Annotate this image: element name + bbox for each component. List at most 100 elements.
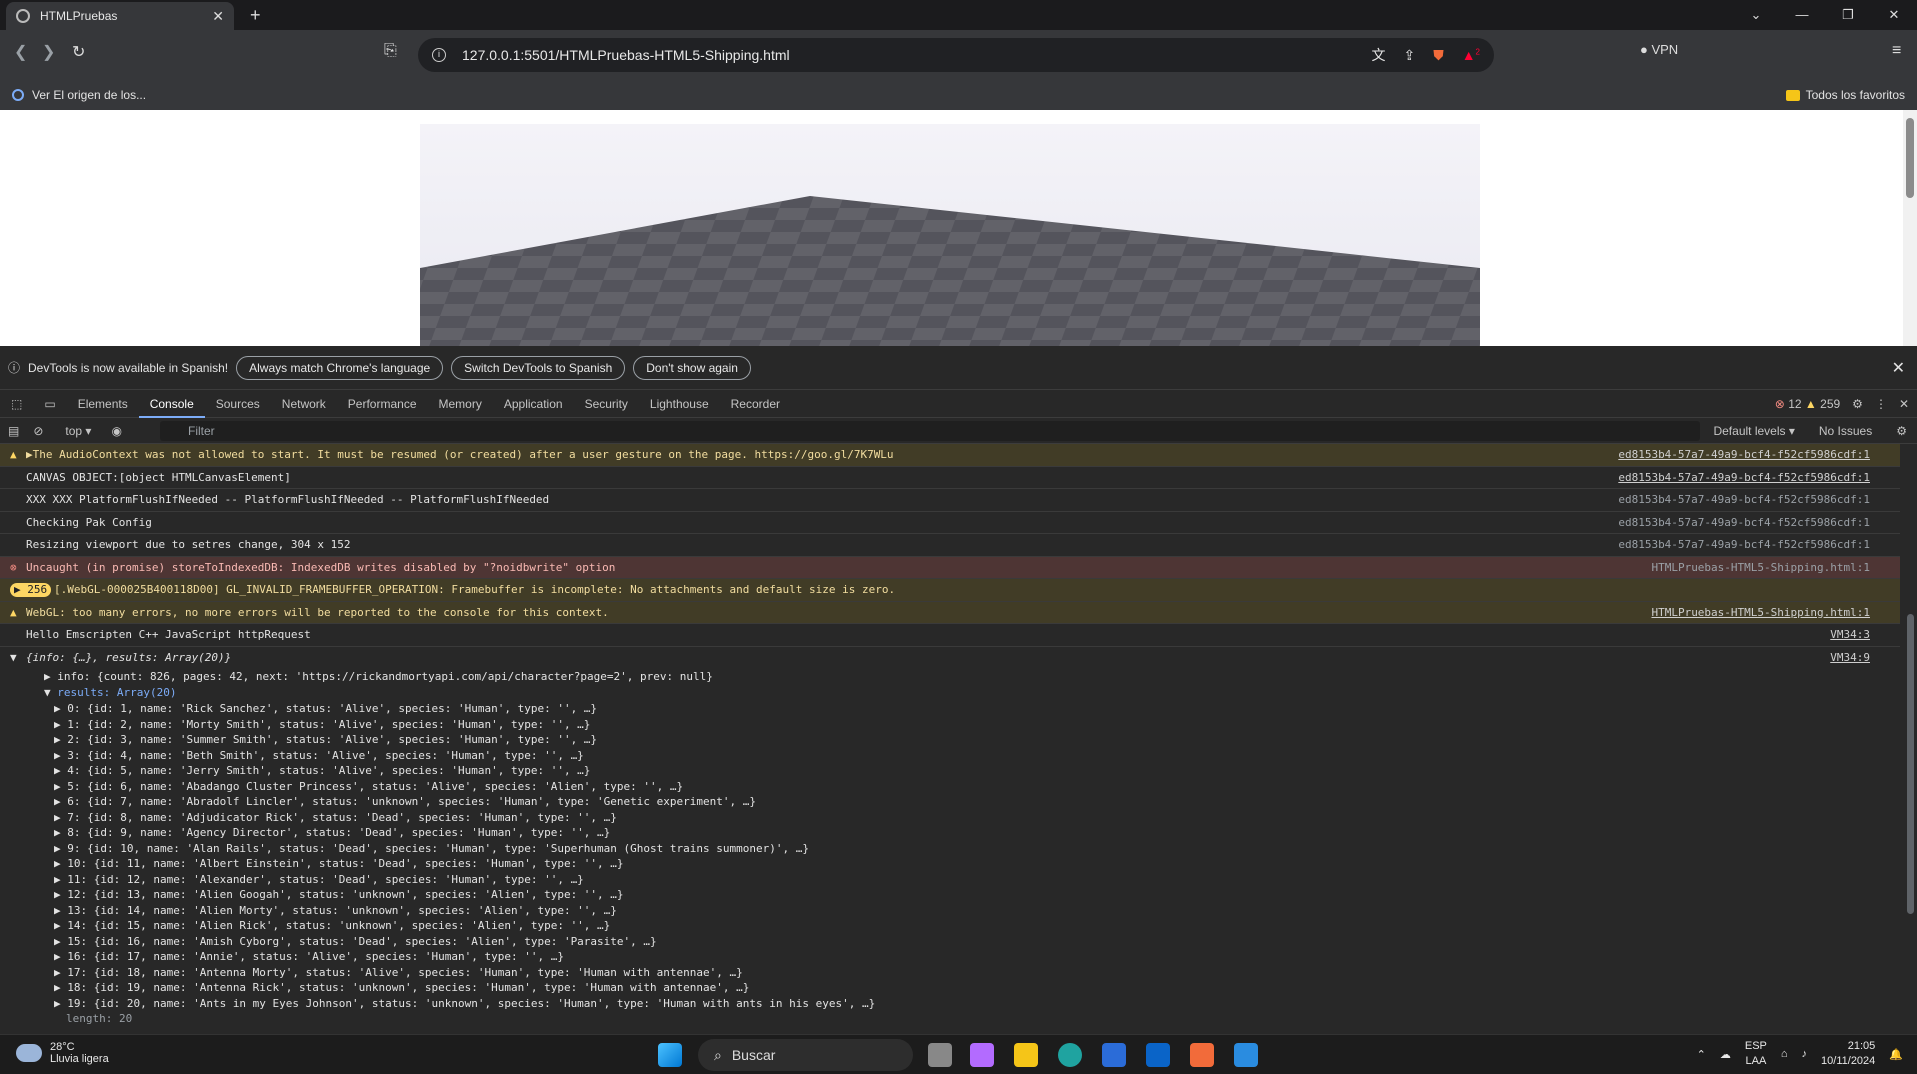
back-icon[interactable]: ❮ [14, 42, 27, 62]
result-item[interactable]: ▶ 2: {id: 3, name: 'Summer Smith', statu… [0, 732, 1900, 748]
console-message[interactable]: Resizing viewport due to setres change, … [0, 534, 1900, 557]
result-item[interactable]: ▶ 8: {id: 9, name: 'Agency Director', st… [0, 825, 1900, 841]
source-link[interactable]: ed8153b4-57a7-49a9-bcf4-f52cf5986cdf:1 [1618, 512, 1870, 534]
result-item[interactable]: ▶ 1: {id: 2, name: 'Morty Smith', status… [0, 717, 1900, 733]
filter-input[interactable]: Filter [160, 421, 1700, 441]
more-icon[interactable]: ⋮ [1875, 397, 1887, 411]
translate-icon[interactable]: 文 [1371, 45, 1385, 65]
result-item[interactable]: ▶ 12: {id: 13, name: 'Alien Googah', sta… [0, 887, 1900, 903]
new-tab-button[interactable]: + [250, 5, 261, 26]
forward-icon[interactable]: ❯ [42, 42, 55, 62]
tab-performance[interactable]: Performance [337, 390, 428, 418]
game-canvas[interactable] [420, 124, 1480, 346]
weather-widget[interactable]: 28°C Lluvia ligera [16, 1041, 109, 1065]
live-expression-icon[interactable]: ◉ [111, 424, 121, 438]
result-item[interactable]: ▶ 6: {id: 7, name: 'Abradolf Lincler', s… [0, 794, 1900, 810]
result-item[interactable]: ▶ 16: {id: 17, name: 'Annie', status: 'A… [0, 949, 1900, 965]
result-item[interactable]: ▶ 14: {id: 15, name: 'Alien Rick', statu… [0, 918, 1900, 934]
restore-button[interactable]: ❐ [1825, 0, 1871, 30]
close-tab-icon[interactable]: ✕ [212, 8, 224, 25]
tray-chevron-icon[interactable]: ⌃ [1697, 1048, 1706, 1061]
console-message[interactable]: Checking Pak Config ed8153b4-57a7-49a9-bc… [0, 512, 1900, 534]
task-view-icon[interactable] [928, 1043, 952, 1067]
result-item[interactable]: ▶ 15: {id: 16, name: 'Amish Cyborg', sta… [0, 934, 1900, 950]
vpn-button[interactable]: ● VPN [1640, 42, 1678, 57]
onedrive-icon[interactable]: ☁ [1720, 1048, 1731, 1061]
menu-icon[interactable]: ≡ [1892, 42, 1901, 60]
tab-memory[interactable]: Memory [428, 390, 493, 418]
results-property[interactable]: ▼ results: Array(20) [0, 685, 1900, 701]
bookmark-icon[interactable]: ⎘ [384, 42, 397, 60]
minimize-button[interactable]: — [1779, 0, 1825, 30]
source-link[interactable]: HTMLPruebas-HTML5-Shipping.html:1 [1651, 602, 1870, 624]
device-toggle-icon[interactable]: ▭ [33, 390, 66, 418]
source-link[interactable]: VM34:9 [1830, 647, 1870, 669]
windows-start-icon[interactable] [658, 1043, 682, 1067]
result-item[interactable]: ▶ 19: {id: 20, name: 'Ants in my Eyes Jo… [0, 996, 1900, 1012]
dont-show-button[interactable]: Don't show again [633, 355, 751, 380]
switch-spanish-button[interactable]: Switch DevTools to Spanish [451, 355, 626, 380]
edge-icon[interactable] [1058, 1043, 1082, 1067]
vscode-icon[interactable] [1234, 1043, 1258, 1067]
source-link[interactable]: ed8153b4-57a7-49a9-bcf4-f52cf5986cdf:1 [1618, 534, 1870, 556]
tab-network[interactable]: Network [271, 390, 337, 418]
volume-icon[interactable]: ♪ [1802, 1048, 1808, 1060]
copilot-icon[interactable] [970, 1043, 994, 1067]
tab-security[interactable]: Security [574, 390, 639, 418]
source-link[interactable]: ed8153b4-57a7-49a9-bcf4-f52cf5986cdf:1 [1618, 489, 1870, 511]
tab-application[interactable]: Application [493, 390, 574, 418]
close-devtools-icon[interactable]: ✕ [1899, 397, 1909, 411]
store-icon[interactable] [1102, 1043, 1126, 1067]
console-settings-icon[interactable]: ⚙ [1896, 424, 1907, 438]
bookmark-item[interactable]: Ver El origen de los... [12, 88, 146, 102]
console-message[interactable]: Hello Emscripten C++ JavaScript httpRequ… [0, 624, 1900, 647]
console-message[interactable]: ▲ ▶The AudioContext was not allowed to st… [0, 444, 1900, 467]
close-window-button[interactable]: ✕ [1871, 0, 1917, 30]
reload-icon[interactable]: ↻ [72, 42, 85, 62]
source-link[interactable]: VM34:3 [1830, 624, 1870, 646]
result-item[interactable]: ▶ 13: {id: 14, name: 'Alien Morty', stat… [0, 903, 1900, 919]
brave-shield-icon[interactable]: ⛊ [1433, 47, 1444, 64]
clock[interactable]: 21:05 10/11/2024 [1821, 1039, 1875, 1069]
result-item[interactable]: ▶ 17: {id: 18, name: 'Antenna Morty', st… [0, 965, 1900, 981]
tab-lighthouse[interactable]: Lighthouse [639, 390, 720, 418]
issues-button[interactable]: No Issues [1819, 424, 1872, 438]
object-root[interactable]: ▼ {info: {…}, results: Array(20)} VM34:9 [0, 647, 1900, 670]
brave-icon[interactable] [1190, 1043, 1214, 1067]
address-bar[interactable]: i 127.0.0.1:5501/HTMLPruebas-HTML5-Shipp… [418, 38, 1494, 72]
result-item[interactable]: ▶ 3: {id: 4, name: 'Beth Smith', status:… [0, 748, 1900, 764]
result-item[interactable]: ▶ 7: {id: 8, name: 'Adjudicator Rick', s… [0, 810, 1900, 826]
context-select[interactable]: top ▾ [65, 424, 91, 438]
settings-icon[interactable]: ⚙ [1852, 397, 1863, 411]
log-levels-select[interactable]: Default levels ▾ [1713, 424, 1794, 438]
site-info-icon[interactable]: i [432, 48, 446, 62]
page-scrollbar[interactable] [1903, 110, 1917, 346]
tab-elements[interactable]: Elements [67, 390, 139, 418]
console-error[interactable]: ⊗ Uncaught (in promise) storeToIndexedDB:… [0, 556, 1900, 579]
result-item[interactable]: ▶ 0: {id: 1, name: 'Rick Sanchez', statu… [0, 701, 1900, 717]
inspect-icon[interactable]: ⬚ [0, 390, 33, 418]
network-icon[interactable]: ⌂ [1781, 1048, 1788, 1060]
result-item[interactable]: ▶ 5: {id: 6, name: 'Abadango Cluster Pri… [0, 779, 1900, 795]
console-scrollbar[interactable] [1903, 444, 1917, 1034]
language-indicator[interactable]: ESP LAA [1745, 1039, 1767, 1069]
result-item[interactable]: ▶ 10: {id: 11, name: 'Albert Einstein', … [0, 856, 1900, 872]
console-warning[interactable]: ▲ WebGL: too many errors, no more errors … [0, 601, 1900, 624]
error-count[interactable]: ⊗ 12 ▲ 259 [1775, 397, 1840, 411]
share-icon[interactable]: ⇪ [1403, 47, 1415, 64]
notification-icon[interactable]: 🔔 [1889, 1048, 1903, 1061]
close-infobar-icon[interactable]: ✕ [1892, 358, 1905, 378]
tab-sources[interactable]: Sources [205, 390, 271, 418]
result-item[interactable]: ▶ 18: {id: 19, name: 'Antenna Rick', sta… [0, 980, 1900, 996]
result-item[interactable]: ▶ 9: {id: 10, name: 'Alan Rails', status… [0, 841, 1900, 857]
console-warning[interactable]: ▶ 256 [.WebGL-000025B400118D00] GL_INVALI… [0, 579, 1900, 602]
tab-search-icon[interactable]: ⌄ [1733, 0, 1779, 30]
clear-console-icon[interactable]: ⊘ [33, 424, 43, 438]
source-link[interactable]: HTMLPruebas-HTML5-Shipping.html:1 [1651, 557, 1870, 579]
console-message[interactable]: CANVAS OBJECT:[object HTMLCanvasElement]… [0, 467, 1900, 489]
tab-recorder[interactable]: Recorder [720, 390, 791, 418]
info-property[interactable]: ▶ info: {count: 826, pages: 42, next: 'h… [0, 669, 1900, 685]
brave-rewards-icon[interactable]: ▲2 [1462, 47, 1480, 63]
source-link[interactable]: ed8153b4-57a7-49a9-bcf4-f52cf5986cdf:1 [1618, 467, 1870, 489]
console-message[interactable]: XXX XXX PlatformFlushIfNeeded -- Platfor… [0, 489, 1900, 512]
